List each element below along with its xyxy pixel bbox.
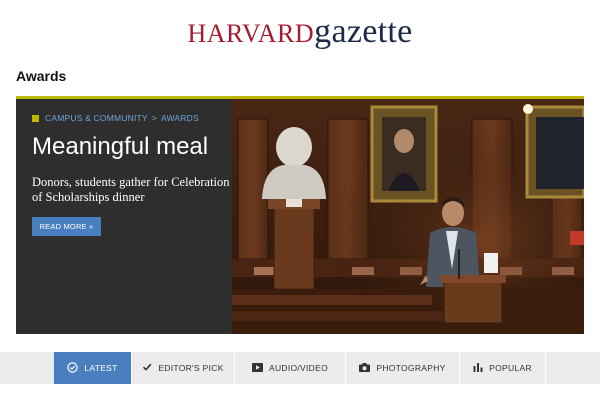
tab-label-popular: POPULAR bbox=[489, 363, 532, 373]
tab-popular[interactable]: POPULAR bbox=[460, 352, 546, 384]
logo-harvard: HARVARD bbox=[187, 19, 315, 48]
tab-label-audio-video: AUDIO/VIDEO bbox=[268, 363, 329, 373]
harvard-gazette-logo[interactable]: HARVARDgazette bbox=[0, 14, 600, 52]
check-circle-icon bbox=[67, 361, 79, 375]
tab-editors-pick[interactable]: EDITOR'S PICK bbox=[132, 352, 235, 384]
tab-label-latest: LATEST bbox=[84, 363, 118, 373]
feature-text-panel: CAMPUS & COMMUNITY > AWARDS Meaningful mea… bbox=[16, 99, 232, 334]
breadcrumb-separator: > bbox=[151, 113, 157, 123]
breadcrumb-campus-community[interactable]: CAMPUS & COMMUNITY bbox=[45, 113, 148, 123]
story-dek: Donors, students gather for Celebration … bbox=[32, 175, 230, 204]
camera-icon bbox=[359, 362, 371, 374]
tab-audio-video[interactable]: AUDIO/VIDEO bbox=[235, 352, 346, 384]
tab-photography[interactable]: PHOTOGRAPHY bbox=[346, 352, 460, 384]
tab-label-editors-pick: EDITOR'S PICK bbox=[158, 363, 224, 373]
featured-story: CAMPUS & COMMUNITY > AWARDS Meaningful mea… bbox=[16, 96, 584, 334]
section-tab-bar: LATEST EDITOR'S PICK AUDIO/VIDEO PHOTOGR… bbox=[0, 352, 600, 384]
story-photo[interactable] bbox=[232, 99, 584, 334]
logo-gazette: gazette bbox=[314, 13, 413, 50]
masthead: HARVARDgazette bbox=[0, 0, 600, 60]
breadcrumb: CAMPUS & COMMUNITY > AWARDS bbox=[32, 113, 199, 123]
read-more-button[interactable]: READ MORE » bbox=[32, 217, 101, 236]
bar-chart-icon bbox=[473, 362, 483, 374]
section-title: Awards bbox=[16, 68, 67, 84]
tab-latest[interactable]: LATEST bbox=[54, 352, 132, 384]
checkmark-icon bbox=[142, 362, 152, 374]
play-icon bbox=[251, 362, 263, 374]
breadcrumb-awards[interactable]: AWARDS bbox=[161, 113, 199, 123]
tab-label-photography: PHOTOGRAPHY bbox=[376, 363, 446, 373]
category-marker-icon bbox=[32, 115, 39, 122]
story-headline[interactable]: Meaningful meal bbox=[32, 133, 208, 161]
